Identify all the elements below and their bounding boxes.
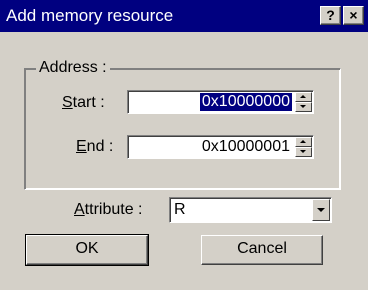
title-bar[interactable]: Add memory resource ? × [0,0,368,32]
start-label: Start : [62,93,105,113]
end-address-input[interactable]: 0x10000001 [127,135,314,159]
attribute-label: Attribute : [74,200,142,220]
help-button[interactable]: ? [320,6,341,25]
start-spin-down-button[interactable] [295,102,312,112]
end-spin-up-button[interactable] [295,137,312,147]
attribute-label-text: ttribute : [84,201,143,218]
close-button[interactable]: × [343,6,364,25]
start-address-spinner[interactable] [295,92,312,112]
dialog-title: Add memory resource [6,6,174,25]
start-address-input[interactable]: 0x10000000 [127,90,314,114]
attribute-label-accelerator: A [74,201,85,218]
start-address-value[interactable]: 0x10000000 [199,93,292,111]
end-label-accelerator: E [76,138,87,155]
end-address-value[interactable]: 0x10000001 [200,138,292,156]
address-group-label: Address : [36,59,110,77]
attribute-select[interactable]: R [169,197,332,223]
end-spin-down-button[interactable] [295,147,312,157]
cancel-button[interactable]: Cancel [201,235,323,265]
end-label-text: nd : [86,138,114,155]
address-group [24,68,341,190]
start-label-accelerator: S [62,94,73,111]
end-label: End : [76,137,113,157]
attribute-value: R [174,201,186,218]
end-address-spinner[interactable] [295,137,312,157]
dropdown-arrow-icon[interactable] [312,199,330,221]
start-spin-up-button[interactable] [295,92,312,102]
start-label-text: tart : [72,94,105,111]
ok-button[interactable]: OK [25,234,149,266]
